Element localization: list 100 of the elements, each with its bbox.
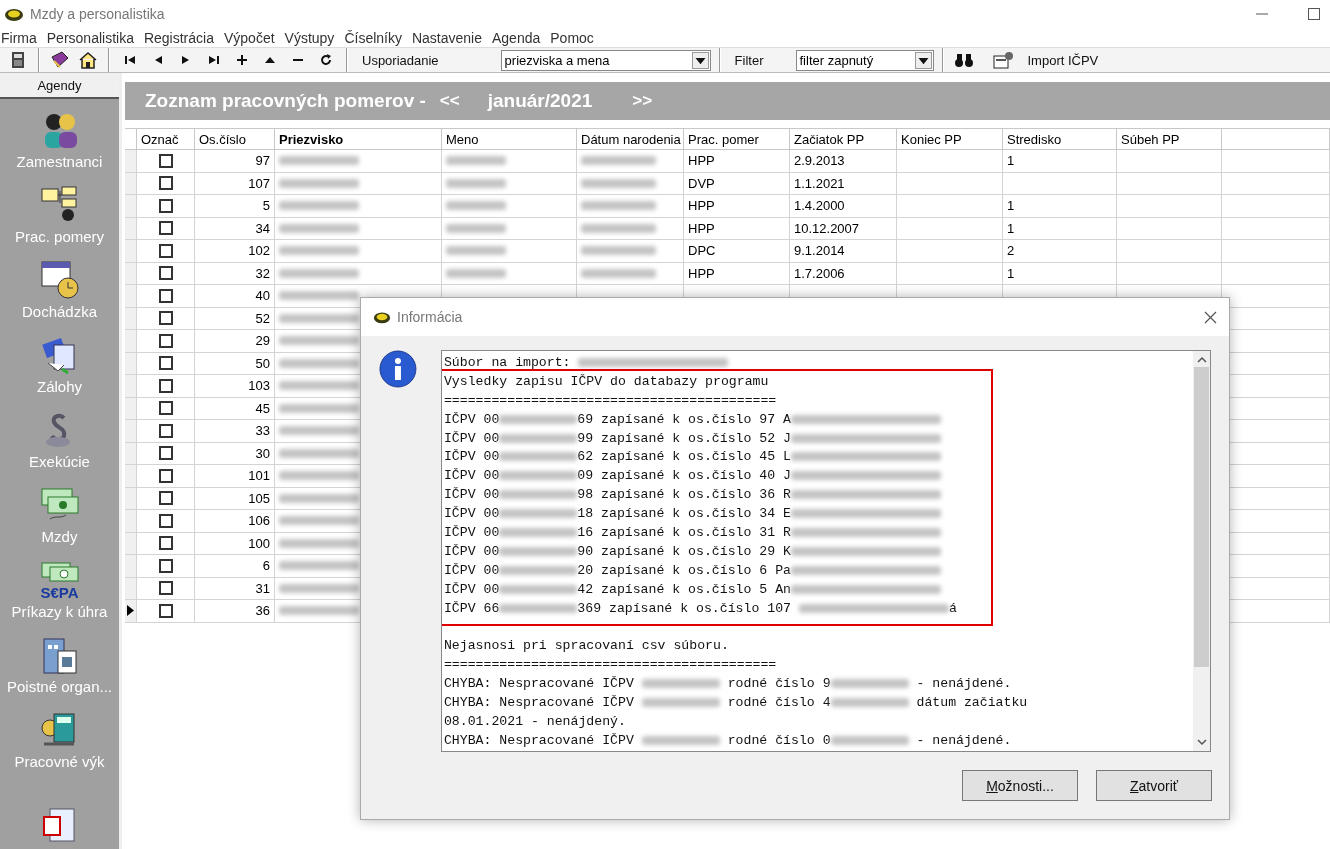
table-cell: 6 [195, 555, 275, 578]
log-text: 90 zapísané k os.číslo 29 K [577, 543, 791, 559]
sidebar-label: Dochádzka [21, 303, 97, 320]
menu-item[interactable]: Nastavenie [410, 29, 486, 46]
table-cell: 30 [195, 442, 275, 465]
table-cell: 34 [195, 217, 275, 240]
log-text: IČPV 00 [443, 430, 500, 446]
table-cell: 1 [1003, 262, 1117, 285]
log-text: IČPV 00 [443, 562, 500, 578]
table-cell: 1.4.2000 [790, 195, 897, 218]
sidebar-label: Prac. pomery [14, 228, 105, 245]
sidebar-label: Exekúcie [29, 453, 90, 470]
table-cell: 106 [195, 510, 275, 533]
log-text: IČPV 00 [443, 525, 500, 540]
sidebar-item[interactable]: S€PA Príkazy k úhra [0, 549, 119, 624]
table-cell: 52 [195, 307, 275, 330]
column-header[interactable]: Prac. pomer [684, 128, 790, 150]
log-text: - nenájdené. [915, 676, 1012, 692]
log-text: 369 zapísané k os.číslo 107 [577, 600, 792, 616]
log-text: 08.01.2021 - nenájdený. [443, 713, 626, 729]
sidebar-label: Zálohy [37, 378, 82, 395]
table-cell: 10.12.2007 [790, 217, 897, 240]
log-text: rodné číslo 0 [726, 732, 831, 748]
column-header[interactable]: Priezvisko [275, 128, 442, 150]
menu-item[interactable]: Výpočet [222, 29, 279, 46]
log-text: IČPV 00 [443, 581, 500, 597]
column-header[interactable]: Os.číslo [195, 128, 275, 150]
table-cell: 29 [195, 330, 275, 353]
filter-dropdown[interactable]: filter zapnutý [795, 49, 934, 71]
column-header[interactable]: Súbeh PP [1117, 128, 1222, 150]
menu-item[interactable]: Pomoc [549, 29, 598, 46]
table-cell: DVP [684, 172, 790, 195]
log-text: dátum začiatku [915, 695, 1028, 711]
menu-item[interactable]: Agenda [491, 29, 545, 46]
table-cell: 9.1.2014 [790, 240, 897, 263]
import-button[interactable]: Import IČPV [1019, 49, 1107, 71]
log-text: Súbor na import: [443, 355, 572, 370]
table-cell: 103 [195, 375, 275, 398]
log-text: 18 zapísané k os.číslo 34 E [577, 506, 791, 522]
table-cell: 102 [195, 240, 275, 263]
table-cell: HPP [684, 150, 790, 173]
log-text: Vysledky zapisu IČPV do databazy programu [443, 373, 769, 389]
sidebar-title: Agendy [0, 73, 119, 99]
log-text: CHYBA: Nespracované IČPV [443, 695, 635, 711]
log-text: 16 zapísané k os.číslo 31 R [577, 525, 791, 540]
table-cell: 45 [195, 397, 275, 420]
table-cell: 1 [1003, 195, 1117, 218]
column-header[interactable]: Meno [442, 128, 577, 150]
menu-item[interactable]: Výstupy [283, 29, 339, 46]
log-text: á [948, 600, 957, 616]
sepa-logo: S€PA [40, 586, 79, 600]
log-text: rodné číslo 4 [726, 695, 831, 711]
log-text: 20 zapísané k os.číslo 6 Pa [577, 562, 791, 578]
menu-item[interactable]: Personalistika [45, 29, 138, 46]
table-cell: 101 [195, 465, 275, 488]
sidebar-label: Mzdy [41, 528, 78, 545]
log-text: rodné číslo 9 [726, 676, 831, 692]
period-title: január/2021 [487, 90, 593, 112]
log-text: 99 zapísané k os.číslo 52 J [577, 430, 791, 446]
table-cell: HPP [684, 195, 790, 218]
sidebar-label: Zamestnanci [16, 153, 103, 170]
column-header[interactable]: Začiatok PP [790, 128, 897, 150]
log-text: ========================================== [443, 392, 777, 408]
dialog-title: Informácia [397, 309, 463, 325]
log-text: 09 zapísané k os.číslo 40 J [577, 468, 791, 484]
sort-label: Usporiadanie [361, 52, 440, 68]
table-cell: 32 [195, 262, 275, 285]
column-header[interactable]: Koniec PP [897, 128, 1003, 150]
log-text: IČPV 00 [443, 487, 500, 503]
dialog-button[interactable]: Zatvoriť [1096, 770, 1212, 801]
menu-item[interactable]: Registrácia [142, 29, 218, 46]
table-cell: 97 [195, 150, 275, 173]
table-cell: 40 [195, 285, 275, 308]
log-text: IČPV 00 [443, 543, 500, 559]
column-header[interactable]: Stredisko [1003, 128, 1117, 150]
table-cell: 2.9.2013 [790, 150, 897, 173]
log-text: 42 zapísané k os.číslo 5 An [577, 581, 791, 597]
sort-dropdown[interactable]: priezviska a mena [500, 49, 711, 71]
table-cell: 50 [195, 352, 275, 375]
sidebar-label: Pracovné výk [14, 753, 105, 770]
table-cell: 1.7.2006 [790, 262, 897, 285]
table-cell: 1.1.2021 [790, 172, 897, 195]
column-header[interactable]: Označ [137, 128, 195, 150]
menu-item[interactable]: Firma [0, 29, 41, 46]
table-cell: DPC [684, 240, 790, 263]
filter-label: Filter [733, 52, 765, 68]
menu-item[interactable]: Číselníky [343, 29, 406, 46]
table-cell: 100 [195, 532, 275, 555]
log-text: IČPV 00 [443, 449, 500, 465]
dialog-button[interactable]: Možnosti... [962, 770, 1078, 801]
log-text: 69 zapísané k os.číslo 97 A [577, 411, 791, 427]
log-text: - nenájdené. [915, 732, 1012, 748]
sidebar-label: Príkazy k úhra [11, 603, 108, 620]
table-cell: 31 [195, 577, 275, 600]
table-cell: 33 [195, 420, 275, 443]
table-cell: 1 [1003, 150, 1117, 173]
column-header[interactable]: Dátum narodenia [577, 128, 684, 150]
table-cell: 36 [195, 600, 275, 623]
window-title: Mzdy a personalistika [30, 6, 165, 23]
log-text: 98 zapísané k os.číslo 36 R [577, 487, 791, 503]
